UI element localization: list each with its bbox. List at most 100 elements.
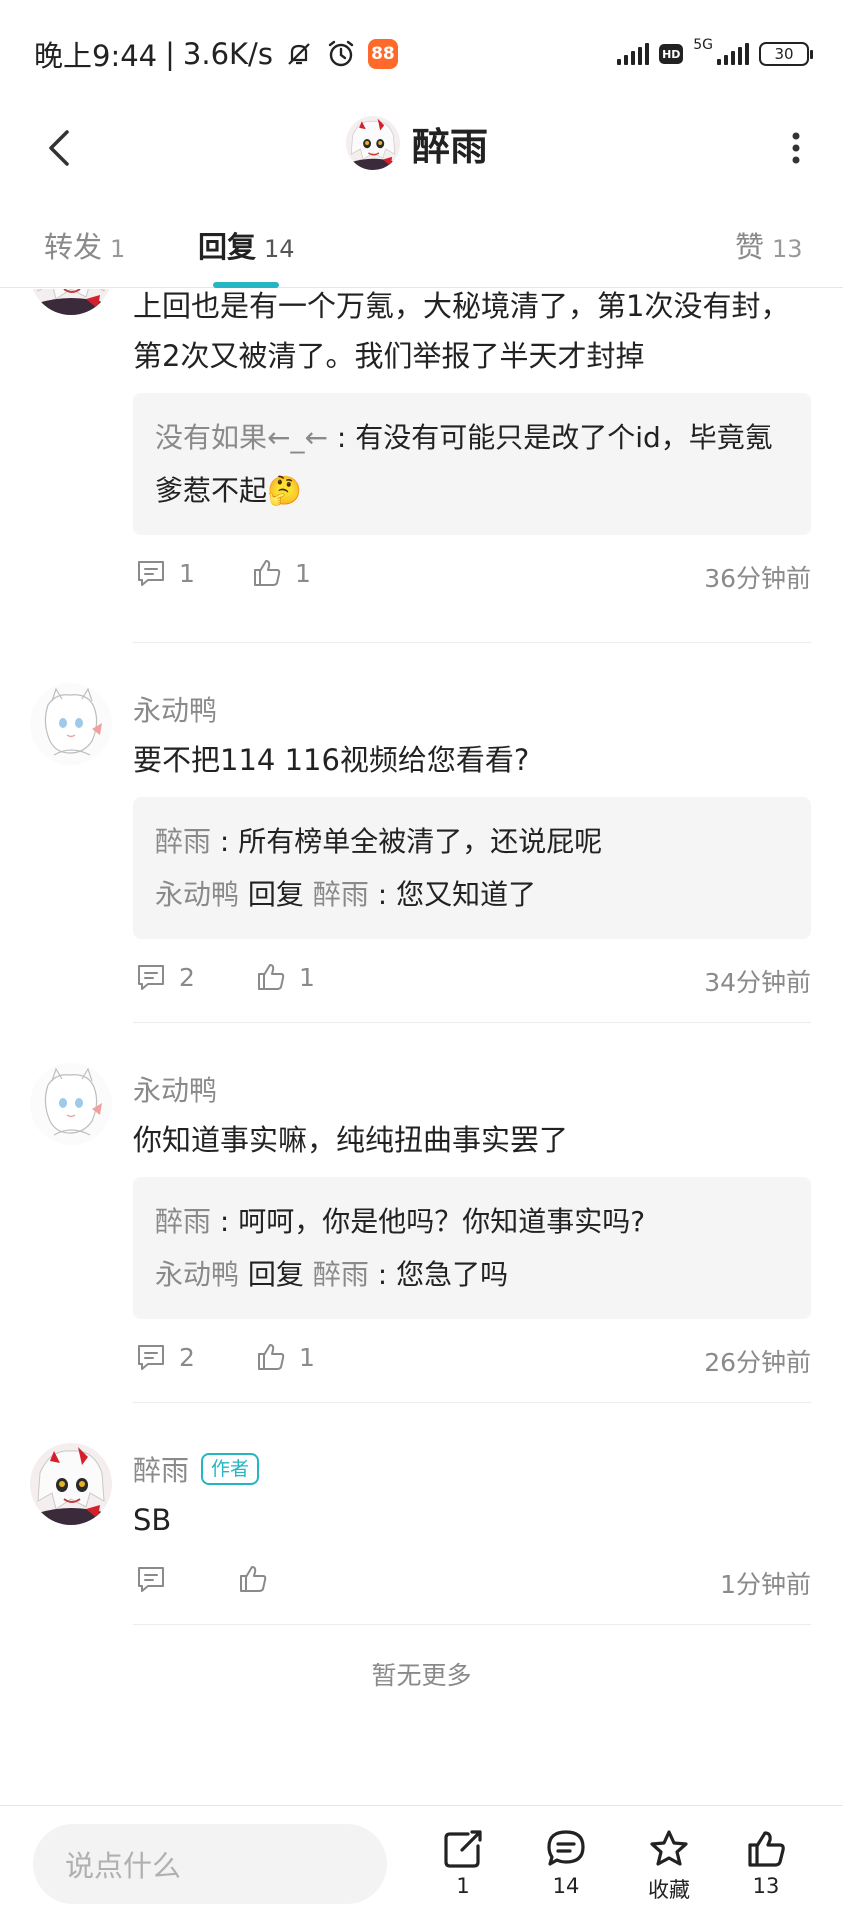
- reply-text: 呵呵，你是他吗？你知道事实吗?: [238, 1205, 646, 1238]
- avatar[interactable]: [346, 116, 400, 170]
- more-vertical-icon: [792, 132, 800, 164]
- thumbs-up-icon: [251, 557, 283, 589]
- page-title: 醉雨: [412, 124, 489, 169]
- status-left: 晚上9:44 | 3.6K/s 88: [34, 34, 399, 74]
- like-count: 1: [299, 1342, 315, 1372]
- alarm-icon: [325, 38, 357, 70]
- tab-label: 转发: [44, 230, 103, 264]
- tab-replies[interactable]: 回复 14: [198, 224, 295, 266]
- reply-colon: :: [219, 1205, 239, 1238]
- comment-button[interactable]: 2: [135, 1341, 195, 1373]
- reply-line: 永动鸭 回复 醉雨 : 您又知道了: [155, 868, 789, 921]
- comment-text[interactable]: 你知道事实嘛，纯纯扭曲事实罢了: [133, 1115, 811, 1165]
- comment-count: 2: [179, 962, 195, 992]
- reply-colon: :: [377, 878, 397, 911]
- comments-button[interactable]: 14: [526, 1828, 606, 1898]
- back-button[interactable]: [30, 118, 90, 178]
- reply-colon: :: [377, 1258, 397, 1291]
- signal-5g-icon: [717, 43, 749, 65]
- like-post-button[interactable]: 13: [726, 1828, 806, 1898]
- signal-icon: [617, 43, 650, 65]
- divider: [133, 1624, 811, 1625]
- status-time: 晚上9:44: [34, 39, 158, 73]
- comment-text[interactable]: 上回也是有一个万氪，大秘境清了，第1次没有封，第2次又被清了。我们举报了半天才封…: [133, 289, 811, 381]
- share-button[interactable]: 1: [423, 1828, 503, 1898]
- reply-preview[interactable]: 没有如果←_← : 有没有可能只是改了个id，毕竟氪爹惹不起🤔: [133, 393, 811, 535]
- comment-actions: 2 1 34分钟前: [133, 961, 811, 1001]
- like-button[interactable]: 1: [255, 961, 315, 993]
- like-count: 1: [295, 558, 311, 588]
- app-notification-icon: 88: [367, 38, 399, 70]
- comment-input[interactable]: 说点什么: [33, 1824, 387, 1904]
- author-badge: 作者: [201, 1453, 260, 1485]
- comment-actions: 1 1 36分钟前: [133, 557, 811, 597]
- reply-author[interactable]: 醉雨: [155, 825, 211, 858]
- comment-count: 1: [179, 558, 195, 588]
- reply-colon: :: [219, 825, 239, 858]
- comment-bubble-icon: [547, 1830, 585, 1866]
- divider: [133, 1022, 811, 1023]
- thumbs-up-icon: [748, 1831, 785, 1867]
- reply-word: 回复: [247, 878, 304, 911]
- top-nav: 醉雨: [0, 104, 843, 200]
- reply-preview[interactable]: 醉雨 : 呵呵，你是他吗？你知道事实吗? 永动鸭 回复 醉雨 : 您急了吗: [133, 1177, 811, 1319]
- thumbs-up-icon: [255, 1341, 287, 1373]
- tab-count: 13: [772, 235, 803, 263]
- comment-button[interactable]: 2: [135, 961, 195, 993]
- like-button[interactable]: 1: [251, 557, 311, 589]
- author-name[interactable]: 永动鸭: [133, 1069, 217, 1109]
- comment-button[interactable]: 1: [135, 557, 195, 589]
- more-button[interactable]: [771, 118, 821, 178]
- reply-line: 醉雨 : 所有榜单全被清了，还说屁呢: [155, 815, 789, 868]
- avatar[interactable]: [30, 1443, 112, 1525]
- comment-text[interactable]: 要不把114 116视频给您看看?: [133, 735, 811, 785]
- battery-icon: 30: [759, 42, 813, 66]
- avatar[interactable]: [30, 289, 112, 315]
- reply-author[interactable]: 醉雨: [155, 1205, 211, 1238]
- author-name[interactable]: 醉雨: [133, 1449, 189, 1489]
- comment-author[interactable]: 永动鸭: [133, 1069, 811, 1109]
- thumbs-up-icon: [255, 961, 287, 993]
- hd-icon: HD: [659, 44, 684, 64]
- tab-reposts[interactable]: 转发 1: [44, 224, 125, 266]
- tab-likes[interactable]: 赞 13: [735, 224, 803, 266]
- comment-actions: 2 1 26分钟前: [133, 1341, 811, 1381]
- comment-author[interactable]: 永动鸭: [133, 689, 811, 729]
- favorite-button[interactable]: 收藏: [629, 1828, 709, 1904]
- input-placeholder: 说点什么: [65, 1849, 182, 1883]
- tab-active-indicator: [213, 282, 279, 288]
- comment-text[interactable]: SB: [133, 1495, 811, 1545]
- tab-label: 赞: [735, 230, 765, 264]
- status-right: HD 5G 30: [617, 36, 813, 72]
- reply-author[interactable]: 没有如果←_←: [155, 421, 328, 454]
- mute-icon: [283, 38, 315, 70]
- tab-count: 1: [110, 235, 126, 263]
- reply-text: 您又知道了: [396, 878, 537, 911]
- tab-bar: 转发 1 回复 14 赞 13: [0, 214, 843, 288]
- like-button[interactable]: 1: [255, 1341, 315, 1373]
- avatar[interactable]: [30, 683, 112, 765]
- no-more-text: 暂无更多: [371, 1661, 472, 1690]
- divider: [133, 1402, 811, 1403]
- reply-preview[interactable]: 醉雨 : 所有榜单全被清了，还说屁呢 永动鸭 回复 醉雨 : 您又知道了: [133, 797, 811, 939]
- comment-button[interactable]: [135, 1563, 167, 1595]
- reply-author[interactable]: 永动鸭: [155, 1258, 239, 1291]
- reply-list[interactable]: 醉雨 上回也是有一个万氪，大秘境清了，第1次没有封，第2次又被清了。我们举报了半…: [0, 289, 843, 1805]
- comment-icon: [135, 961, 167, 993]
- like-button[interactable]: [237, 1563, 269, 1595]
- title-block[interactable]: 醉雨: [346, 110, 488, 176]
- comment-icon: [135, 557, 167, 589]
- comment-icon: [135, 1563, 167, 1595]
- reply-line: 醉雨 : 呵呵，你是他吗？你知道事实吗?: [155, 1195, 789, 1248]
- reply-target[interactable]: 醉雨: [313, 1258, 369, 1291]
- reply-target[interactable]: 醉雨: [313, 878, 369, 911]
- author-name[interactable]: 永动鸭: [133, 689, 217, 729]
- comments-count: 14: [552, 1874, 580, 1898]
- share-icon: [444, 1830, 482, 1868]
- share-count: 1: [456, 1874, 470, 1898]
- status-separator: |: [165, 37, 175, 71]
- reply-author[interactable]: 永动鸭: [155, 878, 239, 911]
- avatar[interactable]: [30, 1063, 112, 1145]
- reply-line: 永动鸭 回复 醉雨 : 您急了吗: [155, 1248, 789, 1301]
- comment-author[interactable]: 醉雨 作者: [133, 1449, 811, 1489]
